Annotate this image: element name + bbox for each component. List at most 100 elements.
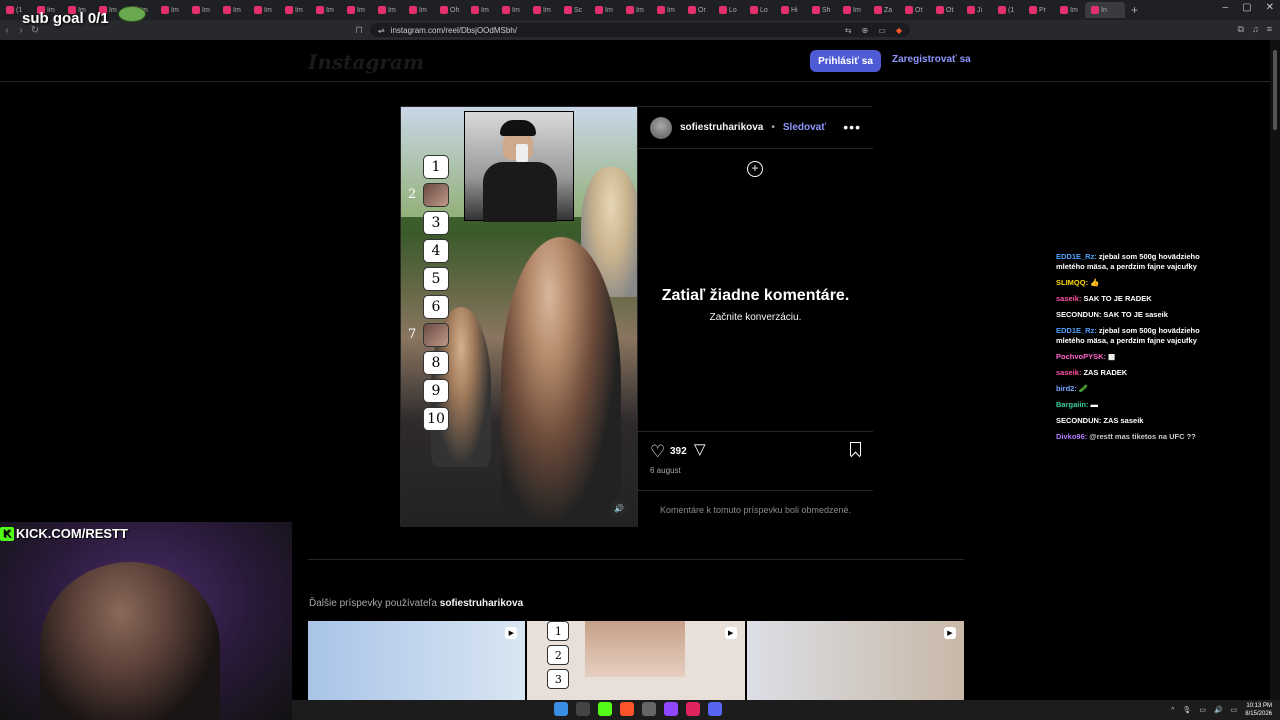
chat-username[interactable]: PochvoPYSK: <box>1056 352 1106 361</box>
bookmark-page-icon[interactable]: ⊓ <box>352 25 366 36</box>
browser-tab[interactable]: In <box>1085 2 1125 18</box>
browser-tab[interactable]: Lo <box>744 2 775 18</box>
chat-text: SAK TO JE saseik <box>1103 310 1168 319</box>
post-thumbnail[interactable]: ▶ <box>308 621 526 700</box>
site-info-icon[interactable]: ⇌ <box>378 26 385 35</box>
browser-tab[interactable]: Im <box>465 2 496 18</box>
chat-username[interactable]: saseik: <box>1056 294 1081 303</box>
volume-icon[interactable]: 🔊 <box>1214 706 1223 714</box>
browser-tab[interactable]: Za <box>868 2 899 18</box>
follow-button[interactable]: Sledovať <box>783 122 826 133</box>
post-thumbnail[interactable]: ▶ <box>746 621 964 700</box>
network-icon[interactable]: ▭ <box>1199 706 1206 714</box>
battery-icon[interactable]: ▭ <box>1231 706 1238 714</box>
more-options-icon[interactable]: ••• <box>843 119 861 135</box>
browser-tab[interactable]: Im <box>310 2 341 18</box>
browser-tab[interactable]: Im <box>496 2 527 18</box>
browser-tab[interactable]: Ot <box>930 2 961 18</box>
close-icon[interactable]: ✕ <box>1266 2 1274 13</box>
browser-tab[interactable]: Im <box>155 2 186 18</box>
browser-tab[interactable]: Im <box>372 2 403 18</box>
chevron-up-icon[interactable]: ^ <box>1171 707 1174 714</box>
tab-favicon-icon <box>626 6 634 14</box>
brave-shield-icon[interactable]: ◆ <box>896 26 902 35</box>
browser-tab[interactable]: Sc <box>558 2 589 18</box>
tab-favicon-icon <box>657 6 665 14</box>
chat-username[interactable]: Bargaiin: <box>1056 400 1089 409</box>
url-field[interactable]: ⇌ instagram.com/reel/DbsjOOdMSbh/ ⇆ ⊕ ▭ … <box>370 23 910 37</box>
browser-tab[interactable]: Im <box>589 2 620 18</box>
browser-tab[interactable]: Im <box>651 2 682 18</box>
share-icon[interactable]: ▽ <box>694 440 706 458</box>
browser-tab[interactable]: Im <box>527 2 558 18</box>
terminal-icon[interactable] <box>576 702 590 716</box>
add-comment-icon[interactable]: + <box>747 161 763 177</box>
register-link[interactable]: Zaregistrovať sa <box>892 54 971 65</box>
maximize-icon[interactable]: ▢ <box>1242 2 1251 13</box>
browser-tab[interactable]: Ji <box>961 2 992 18</box>
obs-icon[interactable] <box>642 702 656 716</box>
zoom-icon[interactable]: ⊕ <box>862 26 869 35</box>
page-scrollbar[interactable] <box>1270 40 1280 700</box>
browser-tab[interactable]: Lo <box>713 2 744 18</box>
screenshot-icon[interactable]: ▭ <box>878 26 886 35</box>
chat-username[interactable]: Divko96: <box>1056 432 1087 441</box>
chat-username[interactable]: bird2: <box>1056 384 1077 393</box>
save-bookmark-icon[interactable] <box>850 442 861 456</box>
sound-toggle-icon[interactable]: 🔊 <box>610 499 628 517</box>
chat-username[interactable]: EDD1E_Rz: <box>1056 252 1097 261</box>
more-posts-user[interactable]: sofiestruharikova <box>440 598 523 609</box>
browser-tab[interactable]: Sh <box>806 2 837 18</box>
browser-tab[interactable]: Im <box>620 2 651 18</box>
login-button[interactable]: Prihlásiť sa <box>810 50 881 72</box>
clock[interactable]: 10:13 PM 8/15/2026 <box>1245 702 1272 718</box>
brave-browser-icon[interactable] <box>620 702 634 716</box>
browser-tab[interactable]: Im <box>186 2 217 18</box>
post-username[interactable]: sofiestruharikova <box>680 122 763 133</box>
ranking-list: 1 3 4 5 6 8 9 10 <box>423 155 449 431</box>
browser-tab[interactable]: Im <box>341 2 372 18</box>
avatar[interactable] <box>650 116 672 139</box>
tab-label: Im <box>512 6 520 14</box>
chat-message: SECONDUN: ZAS saseik <box>1056 416 1226 426</box>
discord-icon[interactable] <box>708 702 722 716</box>
menu-icon[interactable]: ≡ <box>1267 24 1272 35</box>
translate-icon[interactable]: ⇆ <box>845 26 852 35</box>
browser-tab[interactable]: Im <box>217 2 248 18</box>
instagram-logo[interactable]: Instagram <box>308 50 424 74</box>
browser-tab[interactable]: Im <box>279 2 310 18</box>
extensions-icon[interactable]: ⧉ <box>1238 24 1244 35</box>
browser-tab[interactable]: Ot <box>899 2 930 18</box>
new-tab-icon[interactable]: + <box>1131 3 1138 17</box>
browser-tab[interactable]: Oh <box>434 2 465 18</box>
chat-username[interactable]: SECONDUN: <box>1056 310 1101 319</box>
chat-username[interactable]: SECONDUN: <box>1056 416 1101 425</box>
rank-label-2: 2 <box>408 187 417 202</box>
microphone-icon[interactable]: 🎙 <box>1182 706 1191 714</box>
browser-tab[interactable]: Im <box>248 2 279 18</box>
chat-username[interactable]: saseik: <box>1056 368 1081 377</box>
browser-tab[interactable]: (1 <box>992 2 1023 18</box>
media-icon[interactable]: ♫ <box>1252 24 1259 35</box>
post-thumbnail[interactable]: 1 2 3 ▶ <box>527 621 745 700</box>
browser-tab[interactable]: Pr <box>1023 2 1054 18</box>
windows-start-icon[interactable] <box>554 702 568 716</box>
heart-icon[interactable]: ♡ <box>650 442 665 462</box>
kick-app-icon[interactable] <box>598 702 612 716</box>
chat-username[interactable]: EDD1E_Rz: <box>1056 326 1097 335</box>
app-icon[interactable] <box>686 702 700 716</box>
like-count[interactable]: 392 <box>670 446 687 457</box>
minimize-icon[interactable]: – <box>1223 2 1229 13</box>
browser-tab[interactable]: Hi <box>775 2 806 18</box>
twitch-icon[interactable] <box>664 702 678 716</box>
browser-tab[interactable]: Im <box>403 2 434 18</box>
browser-tab[interactable]: Im <box>1054 2 1085 18</box>
tab-label: Im <box>419 6 427 14</box>
browser-tab[interactable]: Or <box>682 2 713 18</box>
chat-username[interactable]: SLIMQQ: <box>1056 278 1088 287</box>
tab-label: Im <box>357 6 365 14</box>
reel-video[interactable]: 1 3 4 5 6 8 9 10 2 7 🔊 <box>401 107 637 527</box>
browser-tab[interactable]: Im <box>837 2 868 18</box>
back-icon[interactable]: ‹ <box>0 25 14 36</box>
tab-label: Im <box>326 6 334 14</box>
